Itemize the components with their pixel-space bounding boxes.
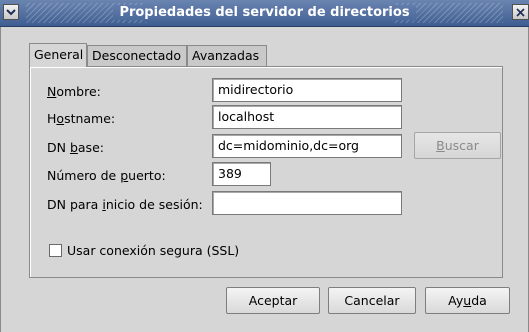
hostname-field[interactable]: localhost	[212, 105, 402, 129]
puerto-label: Número de puerto:	[47, 168, 166, 183]
hostname-label: Hostname:	[47, 111, 116, 126]
tab-label: General	[34, 47, 84, 62]
close-button[interactable]	[512, 4, 529, 20]
tab-avanzadas[interactable]: Avanzadas	[187, 45, 267, 66]
dn-base-label: DN base:	[47, 140, 104, 155]
chevron-down-icon	[6, 9, 16, 16]
close-icon	[516, 7, 525, 17]
ssl-label[interactable]: Usar conexión segura (SSL)	[67, 243, 239, 258]
window-title-container: Propiedades del servidor de directorios	[0, 0, 529, 26]
tab-desconectado[interactable]: Desconectado	[87, 45, 187, 66]
tab-label: Desconectado	[92, 48, 181, 63]
dn-login-label: DN para inicio de sesión:	[47, 197, 203, 212]
aceptar-button[interactable]: Aceptar	[226, 287, 320, 314]
nombre-label: Nombre:	[47, 84, 101, 99]
tab-label: Avanzadas	[192, 48, 260, 63]
nombre-field[interactable]: midirectorio	[212, 78, 402, 102]
dn-base-field[interactable]: dc=midominio,dc=org	[212, 134, 402, 158]
title-bar[interactable]: Propiedades del servidor de directorios	[0, 0, 529, 27]
buscar-button[interactable]: Buscar	[414, 132, 501, 159]
dn-login-field[interactable]	[212, 191, 402, 215]
tab-general[interactable]: General	[29, 43, 87, 67]
ayuda-button[interactable]: Ayuda	[425, 287, 510, 314]
cancelar-button[interactable]: Cancelar	[328, 287, 416, 314]
ssl-checkbox[interactable]	[49, 244, 62, 257]
window-menu-button[interactable]	[3, 4, 19, 20]
puerto-field[interactable]: 389	[212, 162, 271, 186]
window-title: Propiedades del servidor de directorios	[113, 5, 416, 20]
